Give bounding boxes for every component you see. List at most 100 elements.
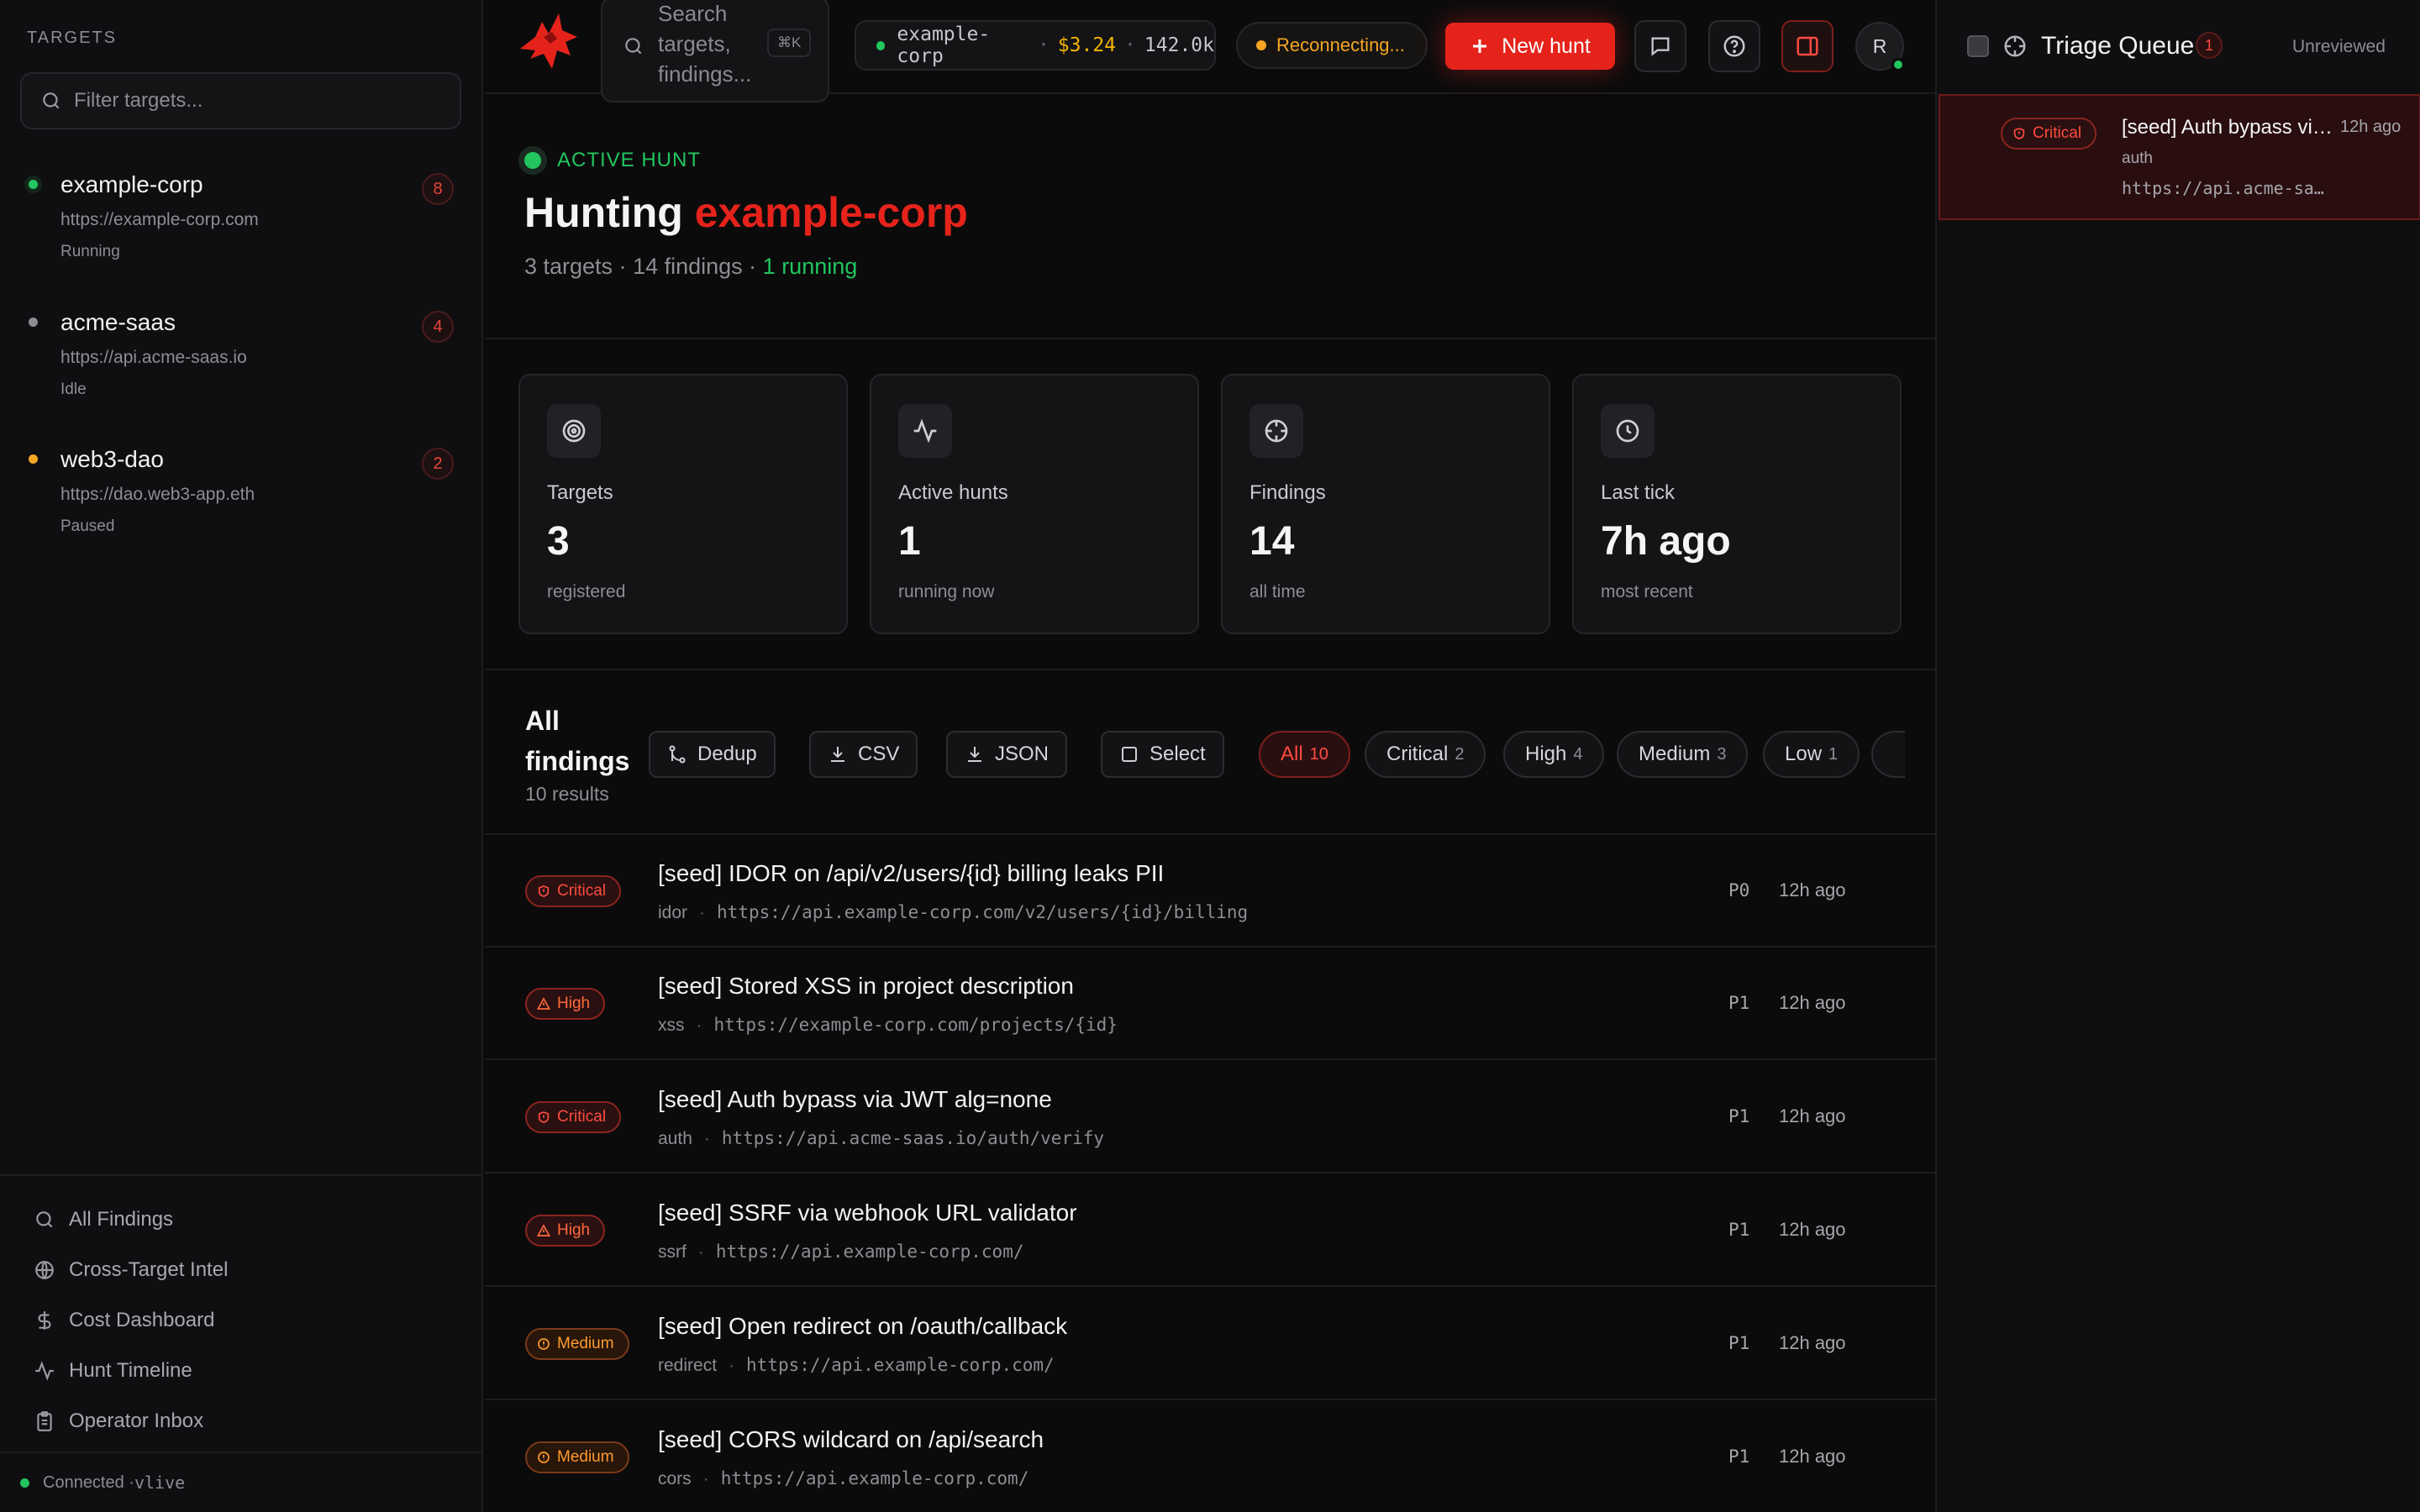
- finding-title: [seed] IDOR on /api/v2/users/{id} billin…: [658, 860, 1165, 886]
- chip-count: 4: [1573, 744, 1583, 764]
- toggle-panel-button[interactable]: [1781, 20, 1833, 72]
- finding-category: idor: [658, 903, 688, 922]
- triage-panel: Triage Queue 1 Unreviewed Critical [seed…: [1935, 0, 2420, 1512]
- finding-meta: cors · https://api.example-corp.com/: [658, 1468, 1028, 1489]
- triage-item[interactable]: Critical [seed] Auth bypass via JWT alg=…: [1939, 94, 2420, 220]
- target-item-acme-saas[interactable]: acme-saas https://api.acme-saas.io Idle …: [0, 306, 483, 432]
- nav-label: Cost Dashboard: [69, 1309, 215, 1331]
- nav-cross-target-intel[interactable]: Cross-Target Intel: [0, 1245, 483, 1295]
- target-filter-input[interactable]: Filter targets...: [20, 72, 461, 129]
- filter-chip-overflow[interactable]: [1871, 731, 1905, 778]
- session-status-pill[interactable]: example-corp · $3.24 · 142.0k: [855, 20, 1216, 71]
- filter-chip-critical[interactable]: Critical 2: [1365, 731, 1486, 778]
- results-count: 10 results: [525, 783, 609, 805]
- new-hunt-button[interactable]: New hunt: [1445, 23, 1615, 70]
- new-hunt-label: New hunt: [1502, 34, 1591, 58]
- stat-label: Last tick: [1601, 481, 1676, 504]
- finding-row[interactable]: Critical [seed] Auth bypass via JWT alg=…: [485, 1061, 1935, 1173]
- plus-icon: [1473, 39, 1487, 53]
- status-dot: [29, 454, 38, 464]
- finding-row[interactable]: Critical [seed] IDOR on /api/v2/users/{i…: [485, 835, 1935, 948]
- filter-chip-low[interactable]: Low 1: [1763, 731, 1860, 778]
- user-avatar[interactable]: R: [1855, 22, 1905, 71]
- connection-text: Connected ·: [43, 1473, 134, 1492]
- live-indicator: [518, 146, 547, 175]
- target-item-example-corp[interactable]: example-corp https://example-corp.com Ru…: [0, 168, 483, 294]
- status-dot: [876, 40, 886, 50]
- severity-badge: Medium: [525, 1441, 629, 1473]
- finding-meta: xss · https://example-corp.com/projects/{i…: [658, 1015, 1118, 1036]
- triage-filter-dropdown[interactable]: Unreviewed: [2292, 37, 2386, 57]
- separator: ·: [1037, 34, 1050, 56]
- dedup-button[interactable]: Dedup: [649, 731, 776, 778]
- filter-chip-medium[interactable]: Medium 3: [1617, 731, 1749, 778]
- separator: ·: [742, 254, 763, 279]
- separator: ·: [699, 903, 706, 922]
- main-content: ACTIVE HUNT Hunting example-corp 3 targe…: [485, 94, 1935, 1512]
- severity-badge: Critical: [525, 875, 622, 907]
- triage-count-badge: 1: [2196, 32, 2223, 59]
- finding-row[interactable]: Medium [seed] CORS wildcard on /api/sear…: [485, 1401, 1935, 1512]
- finding-url: https://api.example-corp.com/: [746, 1355, 1055, 1375]
- export-csv-button[interactable]: CSV: [809, 731, 918, 778]
- nav-operator-inbox[interactable]: Operator Inbox: [0, 1396, 483, 1446]
- severity-label: Critical: [557, 882, 607, 900]
- severity-badge: High: [525, 1215, 606, 1247]
- search-icon: [43, 92, 60, 109]
- stat-label: Active hunts: [898, 481, 1008, 504]
- select-all-checkbox[interactable]: [1967, 35, 1989, 57]
- nav-label: Operator Inbox: [69, 1410, 204, 1432]
- separator: ·: [729, 1356, 735, 1375]
- target-filter-placeholder: Filter targets...: [74, 89, 203, 112]
- dedup-label: Dedup: [697, 743, 757, 765]
- alert-circle-icon: [538, 1452, 550, 1463]
- chip-label: Low: [1785, 743, 1823, 765]
- select-button[interactable]: Select: [1101, 731, 1224, 778]
- filter-chip-high[interactable]: High 4: [1503, 731, 1605, 778]
- alert-circle-icon: [538, 1338, 550, 1350]
- stat-value: 1: [898, 519, 921, 564]
- nav-all-findings[interactable]: All Findings: [0, 1194, 483, 1245]
- download-icon: [831, 747, 844, 762]
- priority-label: P1: [1728, 1220, 1750, 1240]
- filter-chip-all[interactable]: All 10: [1259, 731, 1350, 778]
- help-button[interactable]: [1708, 20, 1760, 72]
- nav-hunt-timeline[interactable]: Hunt Timeline: [0, 1346, 483, 1396]
- stat-hint: registered: [547, 582, 626, 601]
- global-search-input[interactable]: Search targets, findings... ⌘K: [601, 0, 829, 102]
- separator: ·: [1124, 34, 1136, 56]
- app-logo[interactable]: [518, 12, 581, 71]
- finding-row[interactable]: High [seed] SSRF via webhook URL validat…: [485, 1174, 1935, 1287]
- download-icon: [968, 747, 981, 762]
- title-prefix: Hunting: [524, 189, 695, 236]
- clock-icon: [1601, 404, 1655, 458]
- chip-label: All: [1281, 743, 1303, 765]
- finding-meta: auth · https://api.acme-saas.io/auth/verif…: [658, 1128, 1104, 1149]
- connection-status-pill[interactable]: Reconnecting...: [1236, 22, 1428, 69]
- finding-category: auth: [658, 1129, 692, 1148]
- finding-title: [seed] CORS wildcard on /api/search: [658, 1426, 1044, 1452]
- stat-label: Findings: [1249, 481, 1326, 504]
- priority-label: P1: [1728, 993, 1750, 1013]
- export-json-button[interactable]: JSON: [946, 731, 1068, 778]
- finding-row[interactable]: High [seed] Stored XSS in project descri…: [485, 948, 1935, 1060]
- finding-row[interactable]: Medium [seed] Open redirect on /oauth/ca…: [485, 1288, 1935, 1400]
- checkbox-icon: [1122, 747, 1137, 762]
- separator: ·: [613, 254, 634, 279]
- wolf-logo-icon: [520, 13, 577, 69]
- activity-icon: [35, 1361, 54, 1381]
- summary-targets: 3 targets: [524, 254, 613, 279]
- finding-url: https://api.example-corp.com/: [715, 1242, 1024, 1262]
- triage-item-title: [seed] Auth bypass via JWT alg=none: [2122, 116, 2333, 139]
- globe-icon: [35, 1261, 54, 1279]
- active-hunt-label: ACTIVE HUNT: [557, 149, 702, 171]
- hunt-summary: 3 targets · 14 findings · 1 running: [524, 254, 857, 280]
- stat-value: 3: [547, 519, 570, 564]
- target-item-web3-dao[interactable]: web3-dao https://dao.web3-app.eth Paused…: [0, 443, 483, 569]
- finding-age: 12h ago: [1779, 879, 1846, 900]
- connection-label: Reconnecting...: [1276, 34, 1405, 55]
- nav-cost-dashboard[interactable]: Cost Dashboard: [0, 1295, 483, 1346]
- triage-title: Triage Queue: [2041, 32, 2195, 60]
- severity-label: Critical: [2033, 124, 2082, 142]
- chat-button[interactable]: [1634, 20, 1686, 72]
